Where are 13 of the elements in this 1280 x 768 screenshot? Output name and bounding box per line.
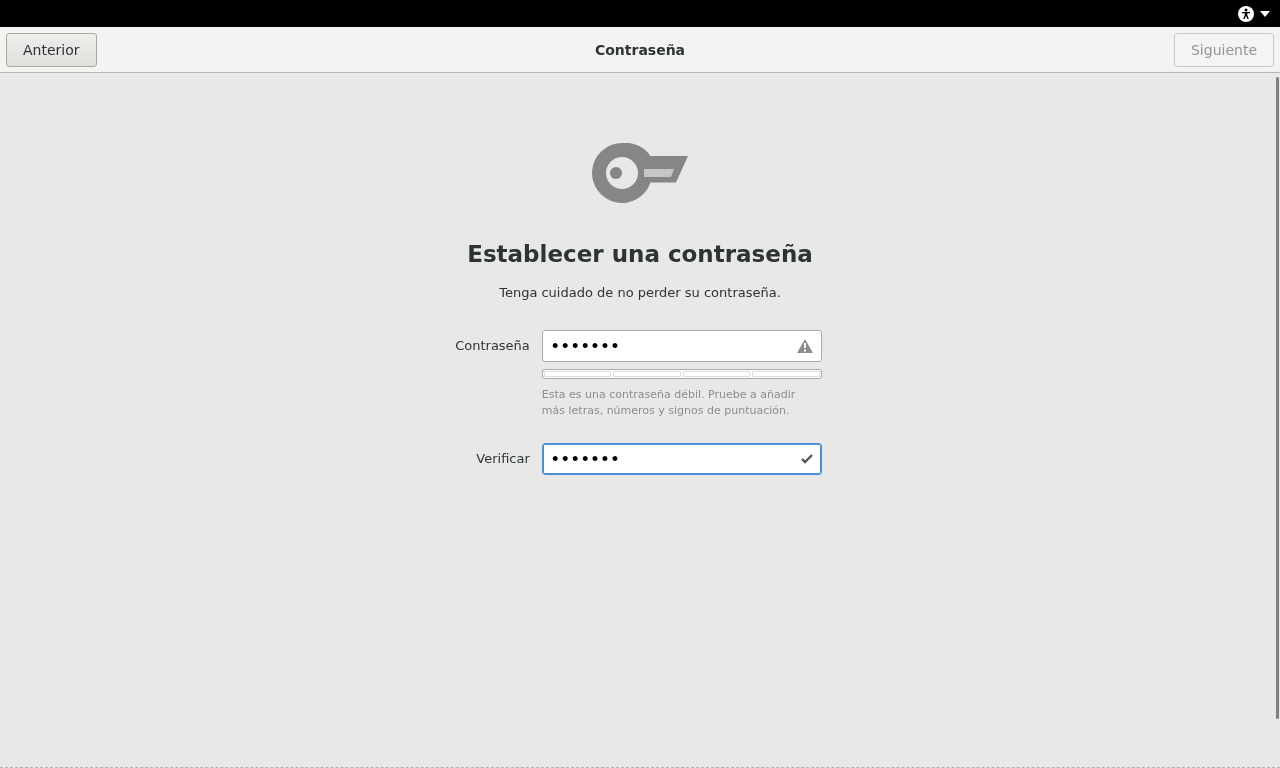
dropdown-arrow-icon[interactable] — [1260, 10, 1270, 17]
strength-hint: Esta es una contraseña débil. Pruebe a añadir más letras, números y signos de puntuación. — [541, 387, 797, 419]
page-heading: Establecer una contraseña — [467, 241, 813, 267]
field-label: Verificar — [475, 450, 530, 468]
field-label: Contraseña — [455, 337, 530, 355]
password-field[interactable]: ••••••• — [541, 443, 822, 475]
page-subtitle: Tenga cuidado de no perder su contraseña. — [499, 285, 781, 300]
scrollbar[interactable] — [1276, 77, 1279, 719]
password-field[interactable]: ••••••• — [541, 330, 822, 362]
window-title: Contraseña — [594, 41, 686, 58]
accessibility-icon[interactable] — [1238, 5, 1254, 22]
back-button[interactable]: Anterior — [6, 32, 97, 67]
key-icon — [592, 143, 688, 203]
